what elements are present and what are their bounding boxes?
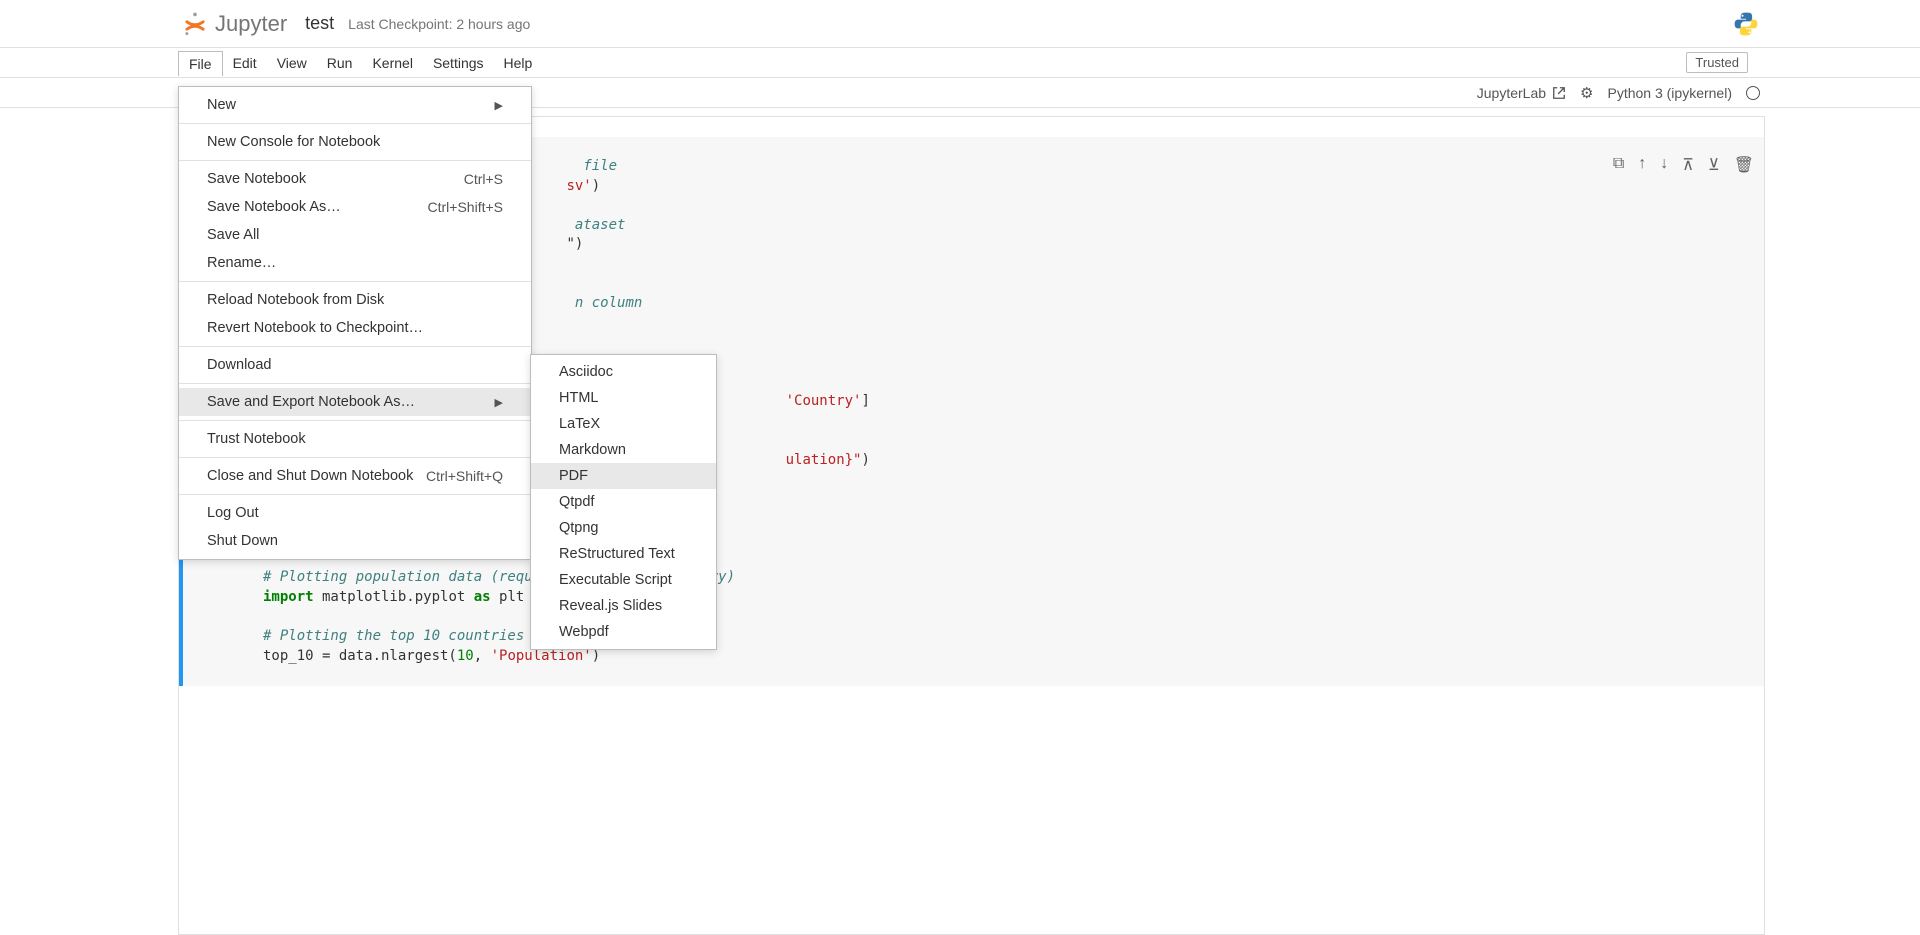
menu-separator <box>179 420 531 421</box>
menu-edit[interactable]: Edit <box>223 51 267 75</box>
menu-separator <box>179 457 531 458</box>
menu-separator <box>179 160 531 161</box>
menu-save[interactable]: Save Notebook Ctrl+S <box>179 165 531 193</box>
insert-above-icon[interactable]: ⊼ <box>1682 155 1694 175</box>
export-reveal[interactable]: Reveal.js Slides <box>531 593 716 619</box>
python-logo-icon <box>1732 10 1760 38</box>
menu-shutdown[interactable]: Shut Down <box>179 527 531 555</box>
menu-trust[interactable]: Trust Notebook <box>179 425 531 453</box>
chevron-right-icon: ▶ <box>495 99 503 112</box>
export-qtpdf[interactable]: Qtpdf <box>531 489 716 515</box>
logo-area: Jupyter test Last Checkpoint: 2 hours ag… <box>181 10 530 38</box>
menu-save-all[interactable]: Save All <box>179 221 531 249</box>
menu-rename[interactable]: Rename… <box>179 249 531 277</box>
delete-cell-icon[interactable]: 🗑 <box>1734 155 1754 175</box>
checkpoint-text: Last Checkpoint: 2 hours ago <box>348 16 530 32</box>
menu-close-shutdown[interactable]: Close and Shut Down Notebook Ctrl+Shift+… <box>179 462 531 490</box>
file-dropdown: New ▶ New Console for Notebook Save Note… <box>178 86 532 560</box>
external-link-icon <box>1552 86 1566 100</box>
gear-icon[interactable]: ⚙ <box>1580 84 1593 102</box>
trusted-badge[interactable]: Trusted <box>1686 52 1748 73</box>
menu-reload[interactable]: Reload Notebook from Disk <box>179 286 531 314</box>
export-submenu: Asciidoc HTML LaTeX Markdown PDF Qtpdf Q… <box>530 354 717 650</box>
move-down-icon[interactable]: ↓ <box>1660 155 1668 175</box>
menu-separator <box>179 383 531 384</box>
header: Jupyter test Last Checkpoint: 2 hours ag… <box>0 0 1920 48</box>
insert-below-icon[interactable]: ⊻ <box>1708 155 1720 175</box>
menu-view[interactable]: View <box>267 51 317 75</box>
export-qtpng[interactable]: Qtpng <box>531 515 716 541</box>
duplicate-icon[interactable]: ⧉ <box>1613 155 1624 175</box>
jupyterlab-link[interactable]: JupyterLab <box>1477 85 1566 101</box>
export-markdown[interactable]: Markdown <box>531 437 716 463</box>
export-executable[interactable]: Executable Script <box>531 567 716 593</box>
menu-new-console[interactable]: New Console for Notebook <box>179 128 531 156</box>
chevron-right-icon: ▶ <box>495 396 503 409</box>
cell-toolbar: ⧉ ↑ ↓ ⊼ ⊻ 🗑 <box>1613 155 1754 175</box>
menu-settings[interactable]: Settings <box>423 51 494 75</box>
export-pdf[interactable]: PDF <box>531 463 716 489</box>
notebook-title[interactable]: test <box>305 13 334 34</box>
menu-separator <box>179 123 531 124</box>
kernel-status-icon[interactable] <box>1746 86 1760 100</box>
export-latex[interactable]: LaTeX <box>531 411 716 437</box>
export-restructured[interactable]: ReStructured Text <box>531 541 716 567</box>
menu-new[interactable]: New ▶ <box>179 91 531 119</box>
menu-separator <box>179 494 531 495</box>
menu-save-export[interactable]: Save and Export Notebook As… ▶ <box>179 388 531 416</box>
export-asciidoc[interactable]: Asciidoc <box>531 359 716 385</box>
menu-kernel[interactable]: Kernel <box>362 51 422 75</box>
export-webpdf[interactable]: Webpdf <box>531 619 716 645</box>
menu-run[interactable]: Run <box>317 51 363 75</box>
menu-revert[interactable]: Revert Notebook to Checkpoint… <box>179 314 531 342</box>
menu-file[interactable]: File <box>178 51 223 76</box>
move-up-icon[interactable]: ↑ <box>1638 155 1646 175</box>
jupyterlab-label: JupyterLab <box>1477 85 1546 101</box>
menu-download[interactable]: Download <box>179 351 531 379</box>
menu-logout[interactable]: Log Out <box>179 499 531 527</box>
menu-save-as[interactable]: Save Notebook As… Ctrl+Shift+S <box>179 193 531 221</box>
menu-separator <box>179 346 531 347</box>
jupyter-brand: Jupyter <box>215 11 287 37</box>
menu-help[interactable]: Help <box>494 51 543 75</box>
kernel-name[interactable]: Python 3 (ipykernel) <box>1607 85 1732 101</box>
export-html[interactable]: HTML <box>531 385 716 411</box>
jupyter-logo-icon <box>181 10 209 38</box>
menubar: File Edit View Run Kernel Settings Help … <box>0 48 1920 78</box>
menu-separator <box>179 281 531 282</box>
